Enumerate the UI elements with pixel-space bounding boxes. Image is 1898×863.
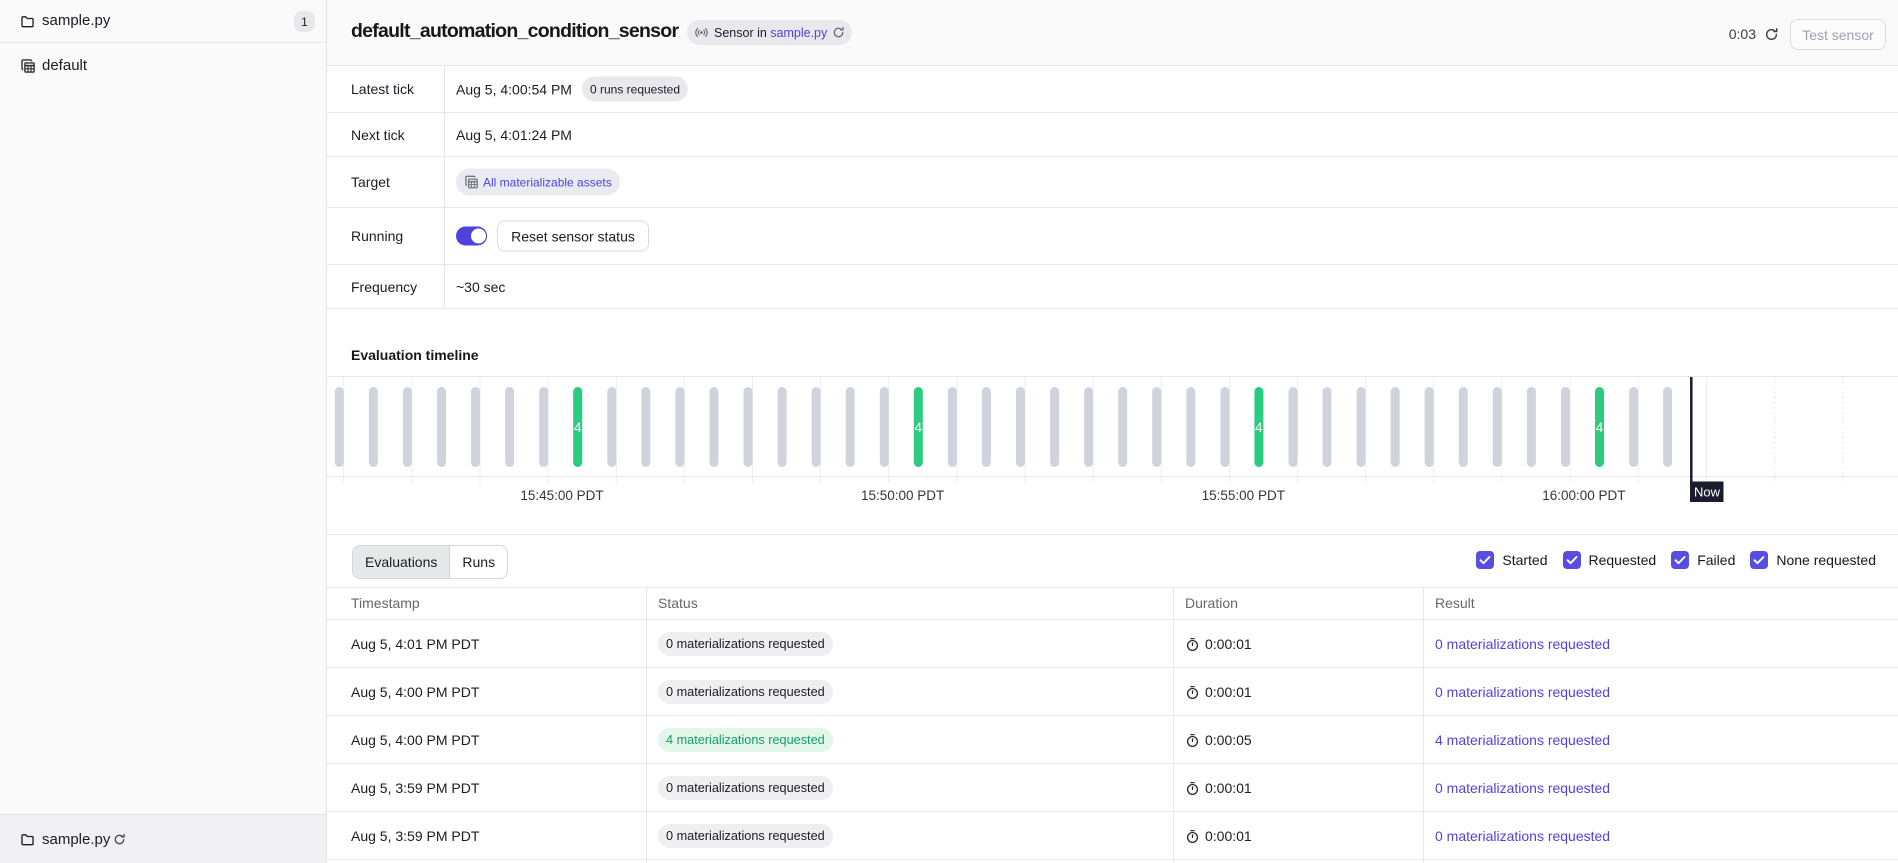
svg-text:Now: Now (1694, 485, 1721, 500)
svg-text:16:00:00 PDT: 16:00:00 PDT (1542, 488, 1625, 503)
svg-text:15:50:00 PDT: 15:50:00 PDT (861, 488, 944, 503)
svg-text:4: 4 (574, 420, 582, 435)
svg-text:15:55:00 PDT: 15:55:00 PDT (1202, 488, 1285, 503)
svg-text:15:45:00 PDT: 15:45:00 PDT (520, 488, 603, 503)
svg-text:4: 4 (1596, 420, 1604, 435)
svg-text:4: 4 (915, 420, 923, 435)
svg-text:4: 4 (1255, 420, 1263, 435)
